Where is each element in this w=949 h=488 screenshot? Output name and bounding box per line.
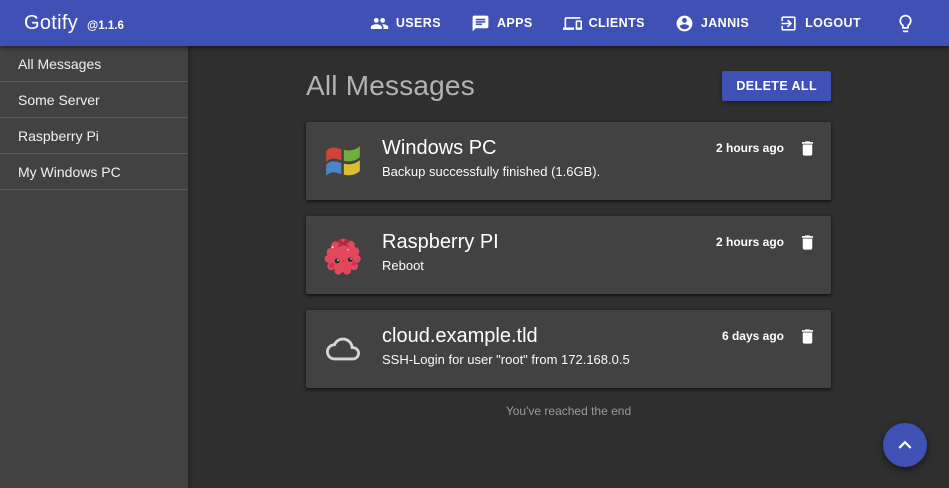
message-card-windows-pc: Windows PC Backup successfully finished … (306, 122, 831, 200)
users-button-label: USERS (396, 16, 441, 30)
sidebar-item-label: Some Server (18, 92, 100, 108)
message-title: Raspberry PI (382, 231, 716, 254)
message-timestamp: 2 hours ago (716, 233, 784, 249)
apps-button-label: APPS (497, 16, 533, 30)
theme-toggle-button[interactable] (887, 5, 923, 41)
sidebar: All Messages Some Server Raspberry Pi My… (0, 46, 188, 488)
logout-button-label: LOGOUT (805, 16, 861, 30)
logout-icon (779, 14, 798, 33)
trash-icon (798, 327, 817, 346)
trash-icon (798, 139, 817, 158)
message-timestamp: 6 days ago (722, 327, 784, 343)
app-title: Gotify (24, 12, 78, 35)
windows-logo (322, 138, 364, 184)
clients-button-label: CLIENTS (589, 16, 645, 30)
app-version: @1.1.6 (87, 20, 124, 32)
users-button[interactable]: USERS (360, 6, 451, 41)
sidebar-item-some-server[interactable]: Some Server (0, 82, 188, 118)
page-title: All Messages (306, 70, 475, 102)
clients-button[interactable]: CLIENTS (553, 6, 655, 41)
main-content: All Messages DELETE ALL Windows PC Backu… (188, 46, 949, 488)
brand: Gotify @1.1.6 (24, 12, 124, 35)
message-text: Backup successfully finished (1.6GB). (382, 164, 716, 179)
navbar-actions: USERS APPS CLIENTS JANNIS LOGOUT (360, 5, 923, 41)
devices-icon (563, 14, 582, 33)
delete-message-button[interactable] (798, 139, 817, 158)
apps-button[interactable]: APPS (461, 6, 543, 41)
message-text: SSH-Login for user "root" from 172.168.0… (382, 352, 722, 367)
account-circle-icon (675, 14, 694, 33)
user-menu-label: JANNIS (701, 16, 749, 30)
delete-message-button[interactable] (798, 233, 817, 252)
raspberry-logo (322, 232, 364, 278)
scroll-to-top-button[interactable] (883, 423, 927, 467)
user-menu-button[interactable]: JANNIS (665, 6, 759, 41)
users-icon (370, 14, 389, 33)
message-text: Reboot (382, 258, 716, 273)
sidebar-item-all-messages[interactable]: All Messages (0, 46, 188, 82)
end-of-list-text: You've reached the end (306, 404, 831, 418)
message-card-cloud: cloud.example.tld SSH-Login for user "ro… (306, 310, 831, 388)
delete-all-button[interactable]: DELETE ALL (722, 71, 831, 101)
cloud-icon (322, 326, 364, 372)
chevron-up-icon (892, 432, 918, 458)
delete-message-button[interactable] (798, 327, 817, 346)
message-title: cloud.example.tld (382, 325, 722, 348)
sidebar-item-my-windows-pc[interactable]: My Windows PC (0, 154, 188, 190)
chat-icon (471, 14, 490, 33)
lightbulb-icon (895, 13, 916, 34)
message-title: Windows PC (382, 137, 716, 160)
trash-icon (798, 233, 817, 252)
sidebar-item-label: Raspberry Pi (18, 128, 99, 144)
top-navbar: Gotify @1.1.6 USERS APPS CLIENTS JANNIS (0, 0, 949, 46)
sidebar-item-raspberry-pi[interactable]: Raspberry Pi (0, 118, 188, 154)
sidebar-item-label: My Windows PC (18, 164, 121, 180)
message-timestamp: 2 hours ago (716, 139, 784, 155)
sidebar-item-label: All Messages (18, 56, 101, 72)
logout-button[interactable]: LOGOUT (769, 6, 871, 41)
message-card-raspberry-pi: Raspberry PI Reboot 2 hours ago (306, 216, 831, 294)
